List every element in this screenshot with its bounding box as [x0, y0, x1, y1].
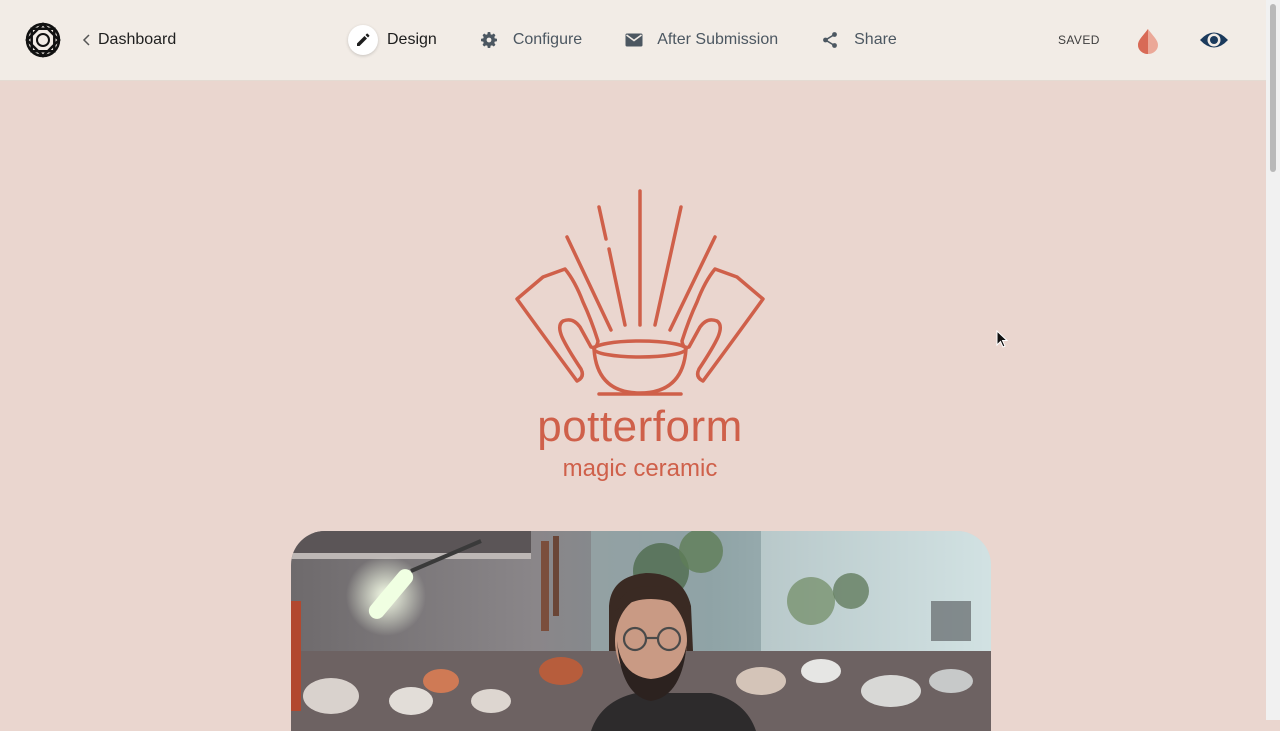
tab-configure-label: Configure — [512, 31, 583, 48]
brand-name: potterform — [537, 402, 743, 451]
envelope-icon — [624, 30, 644, 50]
tab-configure[interactable]: Configure — [479, 24, 582, 56]
tab-after-submission[interactable]: After Submission — [624, 24, 778, 56]
potter-workshop-photo — [291, 531, 991, 731]
tab-share[interactable]: Share — [820, 24, 897, 56]
chevron-left-icon — [82, 34, 90, 46]
scrollbar-thumb[interactable] — [1270, 4, 1276, 172]
tab-after-submission-label: After Submission — [657, 31, 779, 48]
eye-icon — [1200, 32, 1228, 48]
share-icon — [820, 30, 840, 50]
hero-image[interactable] — [291, 531, 991, 731]
preview-button[interactable] — [1199, 27, 1229, 53]
tab-design-label: Design — [387, 31, 437, 48]
save-status-badge: SAVED — [1058, 33, 1100, 47]
app-logo-icon[interactable] — [25, 22, 61, 58]
tab-design[interactable]: Design — [348, 24, 437, 56]
main-tabs: Design Configure After Submission Share — [348, 24, 897, 56]
page-scrollbar[interactable] — [1266, 0, 1280, 720]
potterform-logo-icon — [515, 189, 765, 396]
color-drop-icon — [1138, 29, 1158, 54]
mouse-cursor-icon — [996, 330, 1008, 348]
top-bar: Dashboard Design Configure After Submiss… — [0, 0, 1266, 81]
back-label: Dashboard — [98, 31, 177, 48]
brand-tagline: magic ceramic — [562, 455, 718, 482]
back-to-dashboard-link[interactable]: Dashboard — [82, 28, 176, 52]
pencil-icon — [348, 25, 378, 55]
theme-color-button[interactable] — [1136, 28, 1160, 54]
tab-share-label: Share — [854, 31, 897, 48]
gear-icon — [479, 30, 499, 50]
